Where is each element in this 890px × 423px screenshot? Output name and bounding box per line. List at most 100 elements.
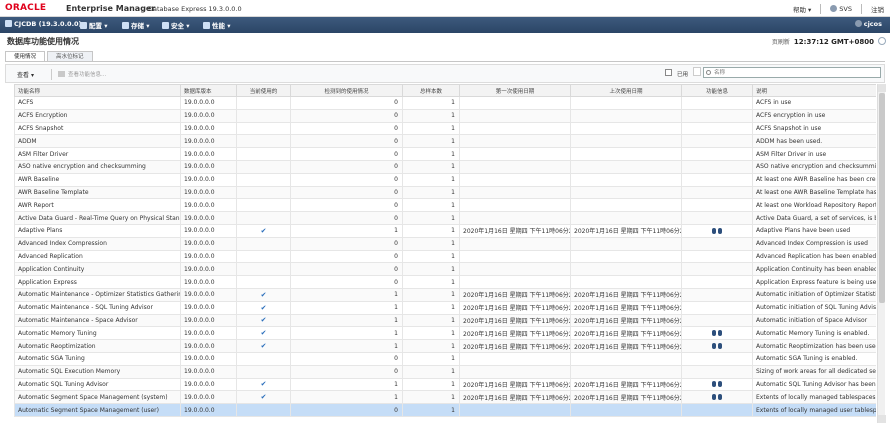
used-filter-checkbox[interactable]	[665, 69, 672, 76]
table-row[interactable]: Automatic Reoptimization 19.0.0.0.0 ✔ 1 1 202…	[14, 339, 876, 353]
binoculars-icon[interactable]	[712, 329, 722, 337]
refresh-icon[interactable]	[878, 37, 886, 45]
cell-feature-name: AWR Baseline Template	[14, 185, 181, 200]
cell-db-version: 19.0.0.0.0	[180, 147, 237, 161]
logout-link[interactable]: 注销	[871, 4, 884, 14]
table-row[interactable]: Automatic Maintenance - Space Advisor 19.…	[14, 313, 876, 328]
scroll-down-arrow[interactable]	[878, 415, 886, 423]
search-field[interactable]	[703, 67, 881, 78]
table-header-row: 功能名称 数据库版本 当前使用的 检测到的使用情况 总样本数 第一次使用日期 上…	[14, 84, 876, 97]
cell-feature-info	[681, 364, 753, 379]
cell-total-samples: 1	[402, 236, 460, 251]
help-menu[interactable]: 帮助 ▾	[793, 4, 811, 14]
cell-feature-name: ASO native encryption and checksumming	[14, 159, 181, 174]
binoculars-icon[interactable]	[712, 227, 722, 235]
cell-feature-info	[681, 159, 753, 174]
table-row[interactable]: Automatic Segment Space Management (syst…	[14, 390, 876, 405]
cell-description: At least one AWR Baseline has been creat…	[752, 172, 876, 187]
nav-config-menu[interactable]: 配置 ▾	[80, 20, 108, 30]
table-row[interactable]: ASM Filter Driver 19.0.0.0.0 0 1 ASM Filter …	[14, 147, 876, 161]
col-feature-name[interactable]: 功能名称	[14, 84, 181, 97]
table-row[interactable]: AWR Report 19.0.0.0.0 0 1 At least one Workl…	[14, 198, 876, 213]
table-row[interactable]: Automatic Segment Space Management (user…	[14, 403, 876, 417]
cell-currently-used	[236, 275, 291, 289]
col-first-usage-date[interactable]: 第一次使用日期	[459, 84, 571, 97]
user-link[interactable]: SVS	[830, 5, 852, 13]
nav-storage-menu[interactable]: 存储 ▾	[122, 20, 150, 30]
cell-currently-used	[236, 185, 291, 200]
binoculars-icon[interactable]	[712, 380, 722, 388]
scroll-thumb[interactable]	[879, 93, 885, 303]
table-row[interactable]: ASO native encryption and checksumming 19…	[14, 159, 876, 174]
check-icon: ✔	[260, 303, 267, 312]
cell-first-usage-date	[459, 198, 571, 213]
table-row[interactable]: Application Continuity 19.0.0.0.0 0 1 Applic…	[14, 262, 876, 277]
table-row[interactable]: ACFS 19.0.0.0.0 0 1 ACFS in use	[14, 96, 876, 110]
table-row[interactable]: ADDM 19.0.0.0.0 0 1 ADDM has been used.	[14, 134, 876, 149]
table-row[interactable]: Automatic Maintenance - Optimizer Statis…	[14, 287, 876, 302]
col-total-samples[interactable]: 总样本数	[402, 84, 460, 97]
page-title: 数据库功能使用情况	[7, 37, 79, 46]
nav-performance-menu[interactable]: 性能 ▾	[203, 20, 231, 30]
cell-first-usage-date	[459, 121, 571, 136]
cell-description: Automatic Reoptimization has been used	[752, 339, 876, 353]
cell-first-usage-date: 2020年1月16日 星期四 下午11時06分2	[459, 313, 571, 328]
table-row[interactable]: Active Data Guard - Real-Time Query on P…	[14, 211, 876, 225]
cell-currently-used	[236, 172, 291, 187]
cell-last-usage-date	[570, 198, 682, 213]
cell-last-usage-date: 2020年1月16日 星期四 下午11時06分2	[570, 300, 682, 315]
cell-first-usage-date	[459, 134, 571, 149]
table-row[interactable]: Advanced Replication 19.0.0.0.0 0 1 Advanced…	[14, 249, 876, 264]
nav-current-user[interactable]: cjcos	[854, 20, 882, 28]
cell-description: Extents of locally managed tablespaces a…	[752, 390, 876, 405]
cell-last-usage-date	[570, 364, 682, 379]
cell-detected-usages: 0	[290, 159, 403, 174]
col-currently-used[interactable]: 当前使用的	[236, 84, 291, 97]
table-row[interactable]: ACFS Snapshot 19.0.0.0.0 0 1 ACFS Snapshot i…	[14, 121, 876, 136]
check-icon: ✔	[260, 329, 267, 338]
oracle-logo: ORACLE	[5, 3, 47, 13]
cell-detected-usages: 0	[290, 198, 403, 213]
cell-last-usage-date	[570, 159, 682, 174]
cell-last-usage-date	[570, 147, 682, 161]
col-detected-usages[interactable]: 检测到的使用情况	[290, 84, 403, 97]
vertical-scrollbar[interactable]	[877, 84, 886, 423]
view-feature-info-button[interactable]: 查看功能信息...	[58, 70, 106, 78]
col-description[interactable]: 说明	[752, 84, 876, 97]
table-row[interactable]: ACFS Encryption 19.0.0.0.0 0 1 ACFS encrypti…	[14, 108, 876, 123]
cell-feature-info	[681, 147, 753, 161]
table-row[interactable]: Automatic SQL Tuning Advisor 19.0.0.0.0 ✔ 1…	[14, 377, 876, 392]
search-column-select[interactable]	[693, 67, 701, 76]
table-row[interactable]: Automatic SQL Execution Memory 19.0.0.0.0…	[14, 364, 876, 379]
binoculars-icon[interactable]	[712, 342, 722, 350]
table-row[interactable]: AWR Baseline 19.0.0.0.0 0 1 At least one AWR…	[14, 172, 876, 187]
table-row[interactable]: Application Express 19.0.0.0.0 0 1 Applicati…	[14, 275, 876, 289]
col-db-version[interactable]: 数据库版本	[180, 84, 237, 97]
table-row[interactable]: Automatic Memory Tuning 19.0.0.0.0 ✔ 1 1 2020…	[14, 326, 876, 341]
cell-total-samples: 1	[402, 185, 460, 200]
scroll-up-arrow[interactable]	[878, 84, 886, 92]
cell-feature-name: Automatic Segment Space Management (syst…	[14, 390, 181, 405]
cell-feature-info	[681, 185, 753, 200]
cell-description: ACFS encryption in use	[752, 108, 876, 123]
table-row[interactable]: Advanced Index Compression 19.0.0.0.0 0 1 Ad…	[14, 236, 876, 251]
table-row[interactable]: Adaptive Plans 19.0.0.0.0 ✔ 1 1 2020年1月16日 星期…	[14, 223, 876, 238]
tab-underline	[5, 61, 885, 62]
col-feature-info[interactable]: 功能信息	[681, 84, 753, 97]
nav-security-menu[interactable]: 安全 ▾	[162, 20, 190, 30]
storage-icon	[122, 22, 129, 29]
search-input[interactable]	[704, 68, 880, 77]
binoculars-icon[interactable]	[712, 393, 722, 401]
table-row[interactable]: Automatic SGA Tuning 19.0.0.0.0 0 1 Automati…	[14, 351, 876, 366]
cell-detected-usages: 0	[290, 211, 403, 225]
cell-total-samples: 1	[402, 403, 460, 417]
cell-currently-used	[236, 134, 291, 149]
view-menu[interactable]: 查看 ▾	[17, 70, 34, 79]
col-last-usage-date[interactable]: 上次使用日期	[570, 84, 682, 97]
cell-feature-info	[681, 275, 753, 289]
performance-icon	[203, 22, 210, 29]
nav-db-home[interactable]: CJCDB (19.3.0.0.0)	[5, 20, 82, 28]
cell-detected-usages: 1	[290, 326, 403, 341]
table-row[interactable]: Automatic Maintenance - SQL Tuning Advis…	[14, 300, 876, 315]
table-row[interactable]: AWR Baseline Template 19.0.0.0.0 0 1 At leas…	[14, 185, 876, 200]
